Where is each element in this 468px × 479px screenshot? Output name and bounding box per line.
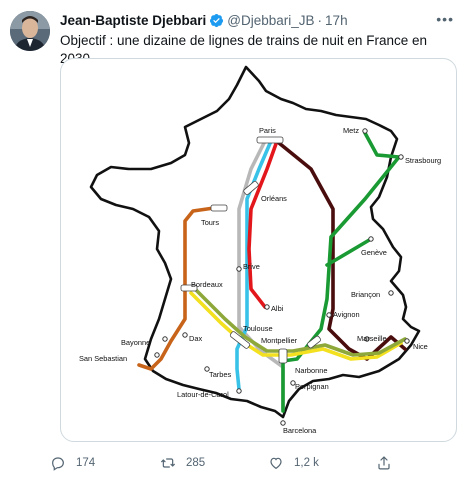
reply-icon	[52, 457, 64, 471]
station-tours	[210, 204, 228, 212]
label-montpellier: Montpellier	[261, 336, 298, 345]
verified-badge-icon	[210, 13, 224, 27]
reply-count: 174	[76, 457, 96, 469]
dot-brive	[236, 266, 242, 272]
label-barcelona: Barcelona	[283, 426, 317, 435]
dot-metz	[362, 128, 368, 134]
label-brive: Brive	[243, 262, 260, 271]
retweet-button[interactable]: 285	[160, 453, 205, 473]
label-bordeaux: Bordeaux	[191, 280, 223, 289]
dot-nice	[404, 338, 410, 344]
dot-avignon	[326, 312, 332, 318]
dot-strasbourg	[398, 154, 404, 160]
avatar-portrait	[10, 11, 50, 51]
label-marseille: Marseille	[357, 334, 387, 343]
label-bayonne: Bayonne	[121, 338, 150, 347]
author-name[interactable]: Jean-Baptiste Djebbari	[60, 13, 206, 28]
share-icon	[378, 456, 390, 470]
label-latour: Latour-de-Carol	[177, 390, 229, 399]
retweet-icon	[161, 458, 175, 468]
tweet-media-map[interactable]: Paris Metz Strasbourg Orléans Tours Genè…	[60, 58, 457, 442]
label-avignon: Avignon	[333, 310, 360, 319]
label-strasbourg: Strasbourg	[405, 156, 441, 165]
label-perpignan: Perpignan	[295, 382, 329, 391]
tweet-time[interactable]: 17h	[325, 13, 348, 28]
author-avatar[interactable]	[10, 11, 50, 51]
like-button[interactable]: 1,2 k	[268, 453, 319, 473]
dot-briancon	[388, 290, 394, 296]
label-briancon: Briançon	[351, 290, 380, 299]
retweet-count: 285	[186, 457, 206, 469]
separator-dot: ·	[317, 12, 323, 28]
like-count: 1,2 k	[294, 457, 319, 469]
more-options-icon[interactable]: •••	[436, 11, 454, 27]
station-paris	[256, 136, 284, 144]
station-narbonne	[278, 348, 288, 364]
dot-latour	[236, 388, 242, 394]
label-narbonne: Narbonne	[295, 366, 327, 375]
label-orleans: Orléans	[261, 194, 287, 203]
label-geneve: Genève	[361, 248, 387, 257]
dot-barcelona	[280, 420, 286, 426]
label-san-sebastian: San Sebastian	[79, 354, 127, 363]
author-handle[interactable]: @Djebbari_JB	[227, 13, 314, 28]
tweet-header: Jean-Baptiste Djebbari @Djebbari_JB · 17…	[60, 11, 454, 29]
night-train-map: Paris Metz Strasbourg Orléans Tours Genè…	[79, 65, 441, 435]
label-tours: Tours	[201, 218, 219, 227]
share-button[interactable]	[376, 453, 402, 473]
dot-san-sebastian	[154, 352, 160, 358]
label-paris: Paris	[259, 126, 276, 135]
label-dax: Dax	[189, 334, 202, 343]
dot-geneve	[368, 236, 374, 242]
label-metz: Metz	[343, 126, 359, 135]
label-toulouse: Toulouse	[243, 324, 273, 333]
tweet-actions: 174 285 1,2 k	[50, 453, 400, 473]
dot-bayonne	[162, 336, 168, 342]
heart-icon	[270, 457, 282, 470]
dot-albi	[264, 304, 270, 310]
dot-dax	[182, 332, 188, 338]
label-nice: Nice	[413, 342, 428, 351]
label-tarbes: Tarbes	[209, 370, 231, 379]
reply-button[interactable]: 174	[50, 453, 95, 473]
label-albi: Albi	[271, 304, 284, 313]
